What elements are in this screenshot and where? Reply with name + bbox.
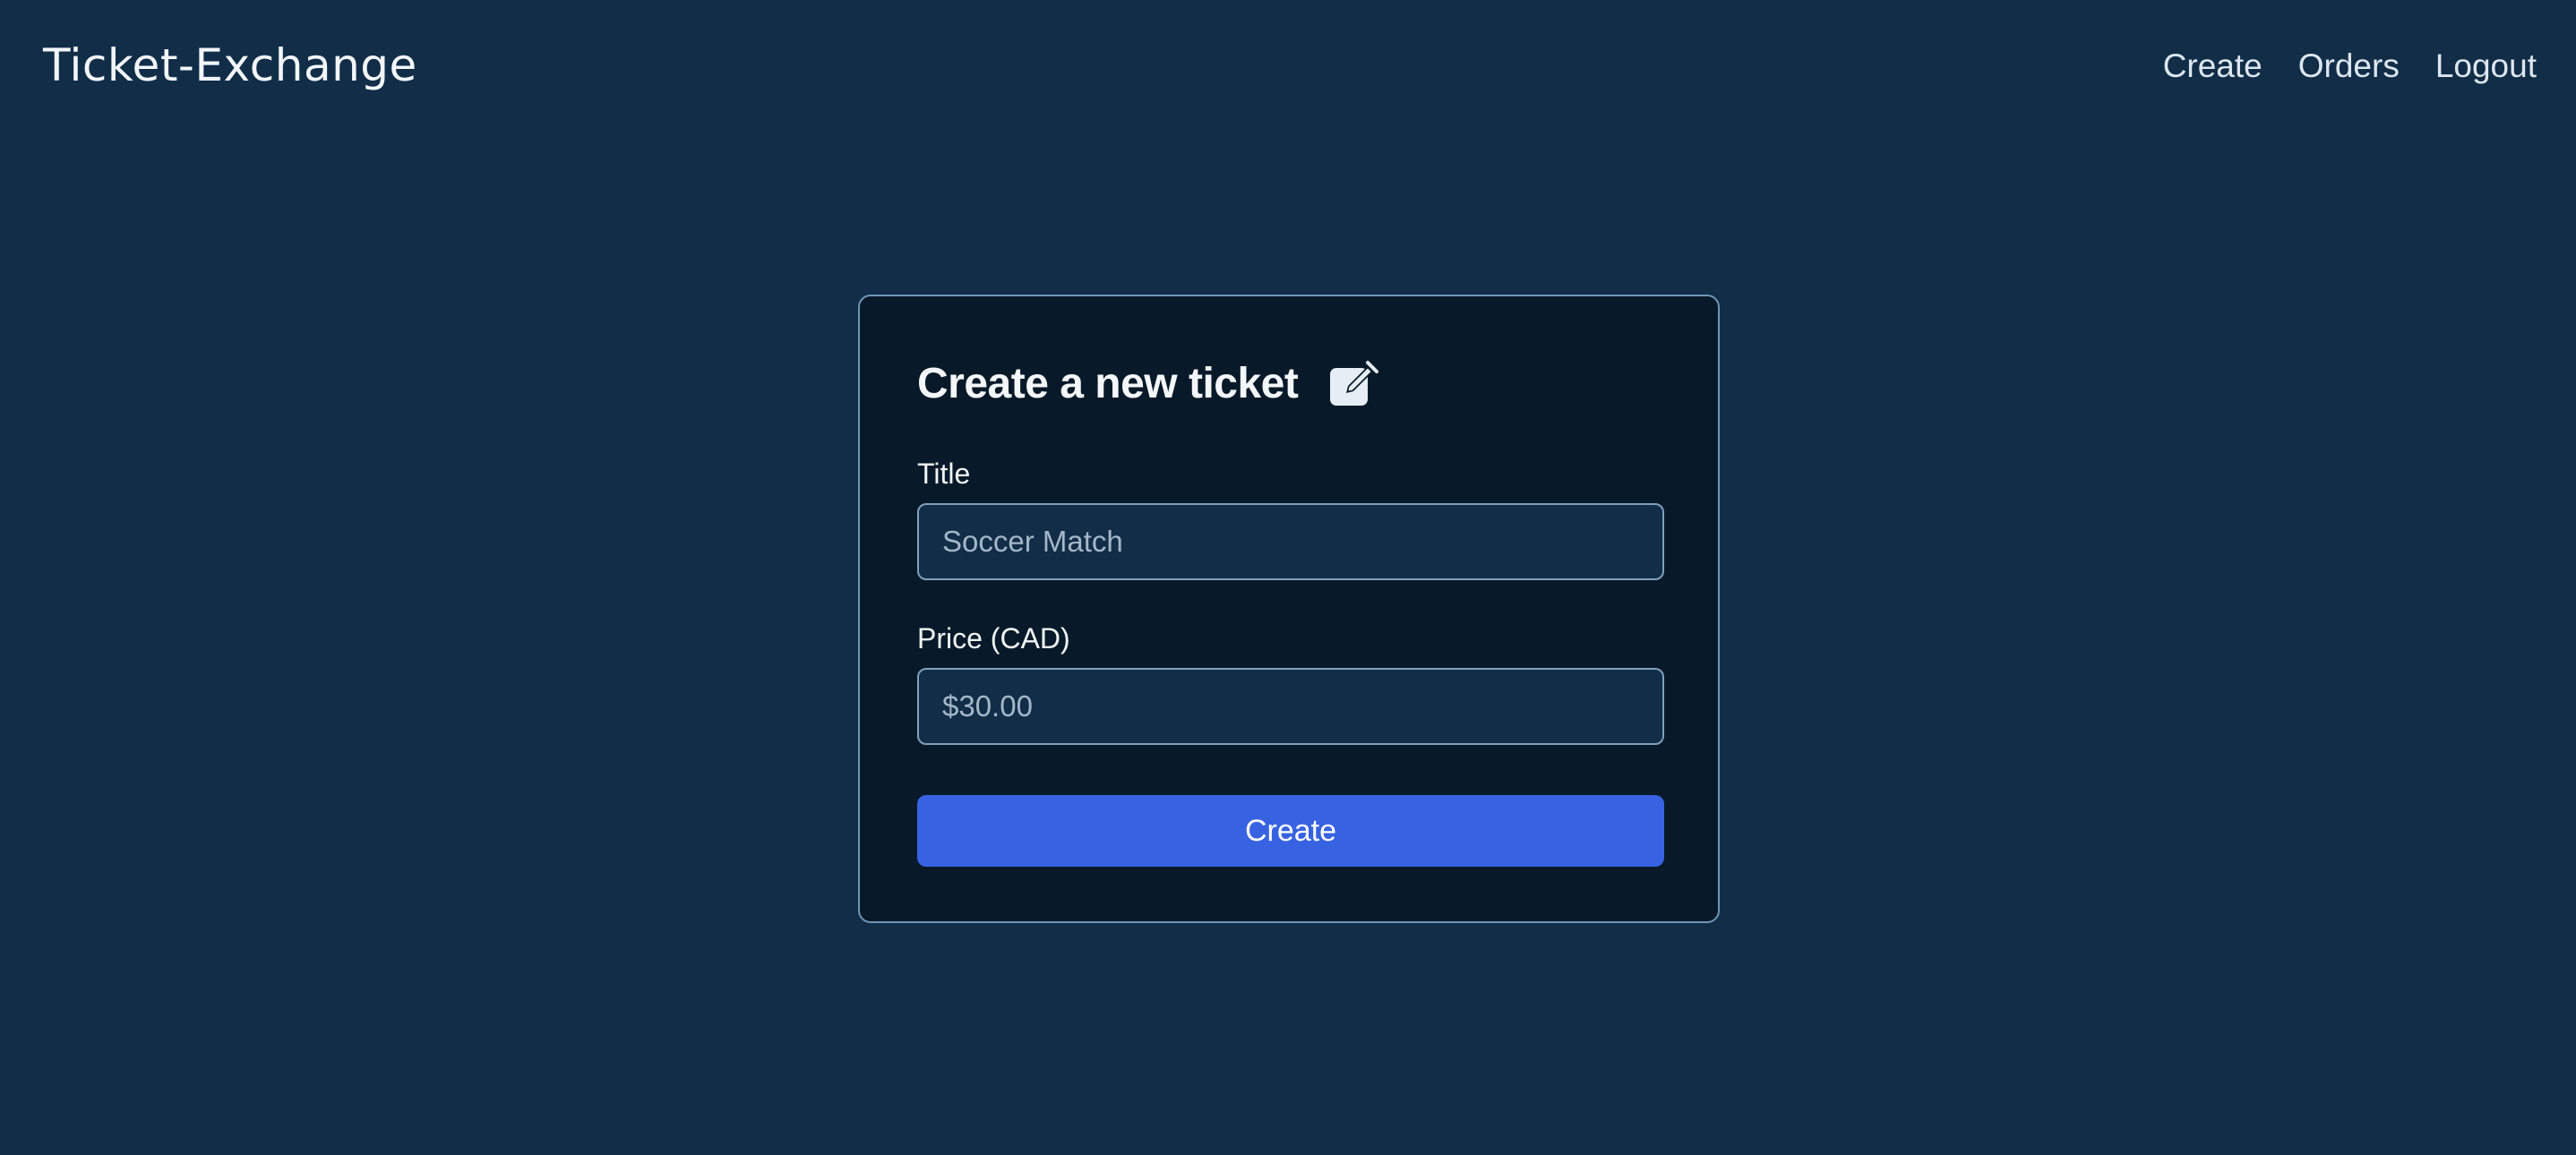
price-input[interactable] xyxy=(917,668,1664,745)
card-header: Create a new ticket xyxy=(917,355,1379,413)
create-button[interactable]: Create xyxy=(917,795,1664,867)
nav-link-create[interactable]: Create xyxy=(2163,41,2263,91)
nav-link-orders[interactable]: Orders xyxy=(2298,41,2400,91)
edit-square-icon xyxy=(1328,359,1379,409)
top-nav: Create Orders Logout xyxy=(2163,41,2537,91)
card-title: Create a new ticket xyxy=(917,360,1299,407)
title-label: Title xyxy=(917,458,971,490)
title-input[interactable] xyxy=(917,503,1664,580)
page: Ticket-Exchange Create Orders Logout Cre… xyxy=(0,0,2576,1155)
create-ticket-card: Create a new ticket Title Price (CAD) Cr… xyxy=(858,295,1720,923)
nav-link-logout[interactable]: Logout xyxy=(2435,41,2537,91)
brand-logo-text[interactable]: Ticket-Exchange xyxy=(43,34,417,97)
price-label: Price (CAD) xyxy=(917,622,1070,654)
